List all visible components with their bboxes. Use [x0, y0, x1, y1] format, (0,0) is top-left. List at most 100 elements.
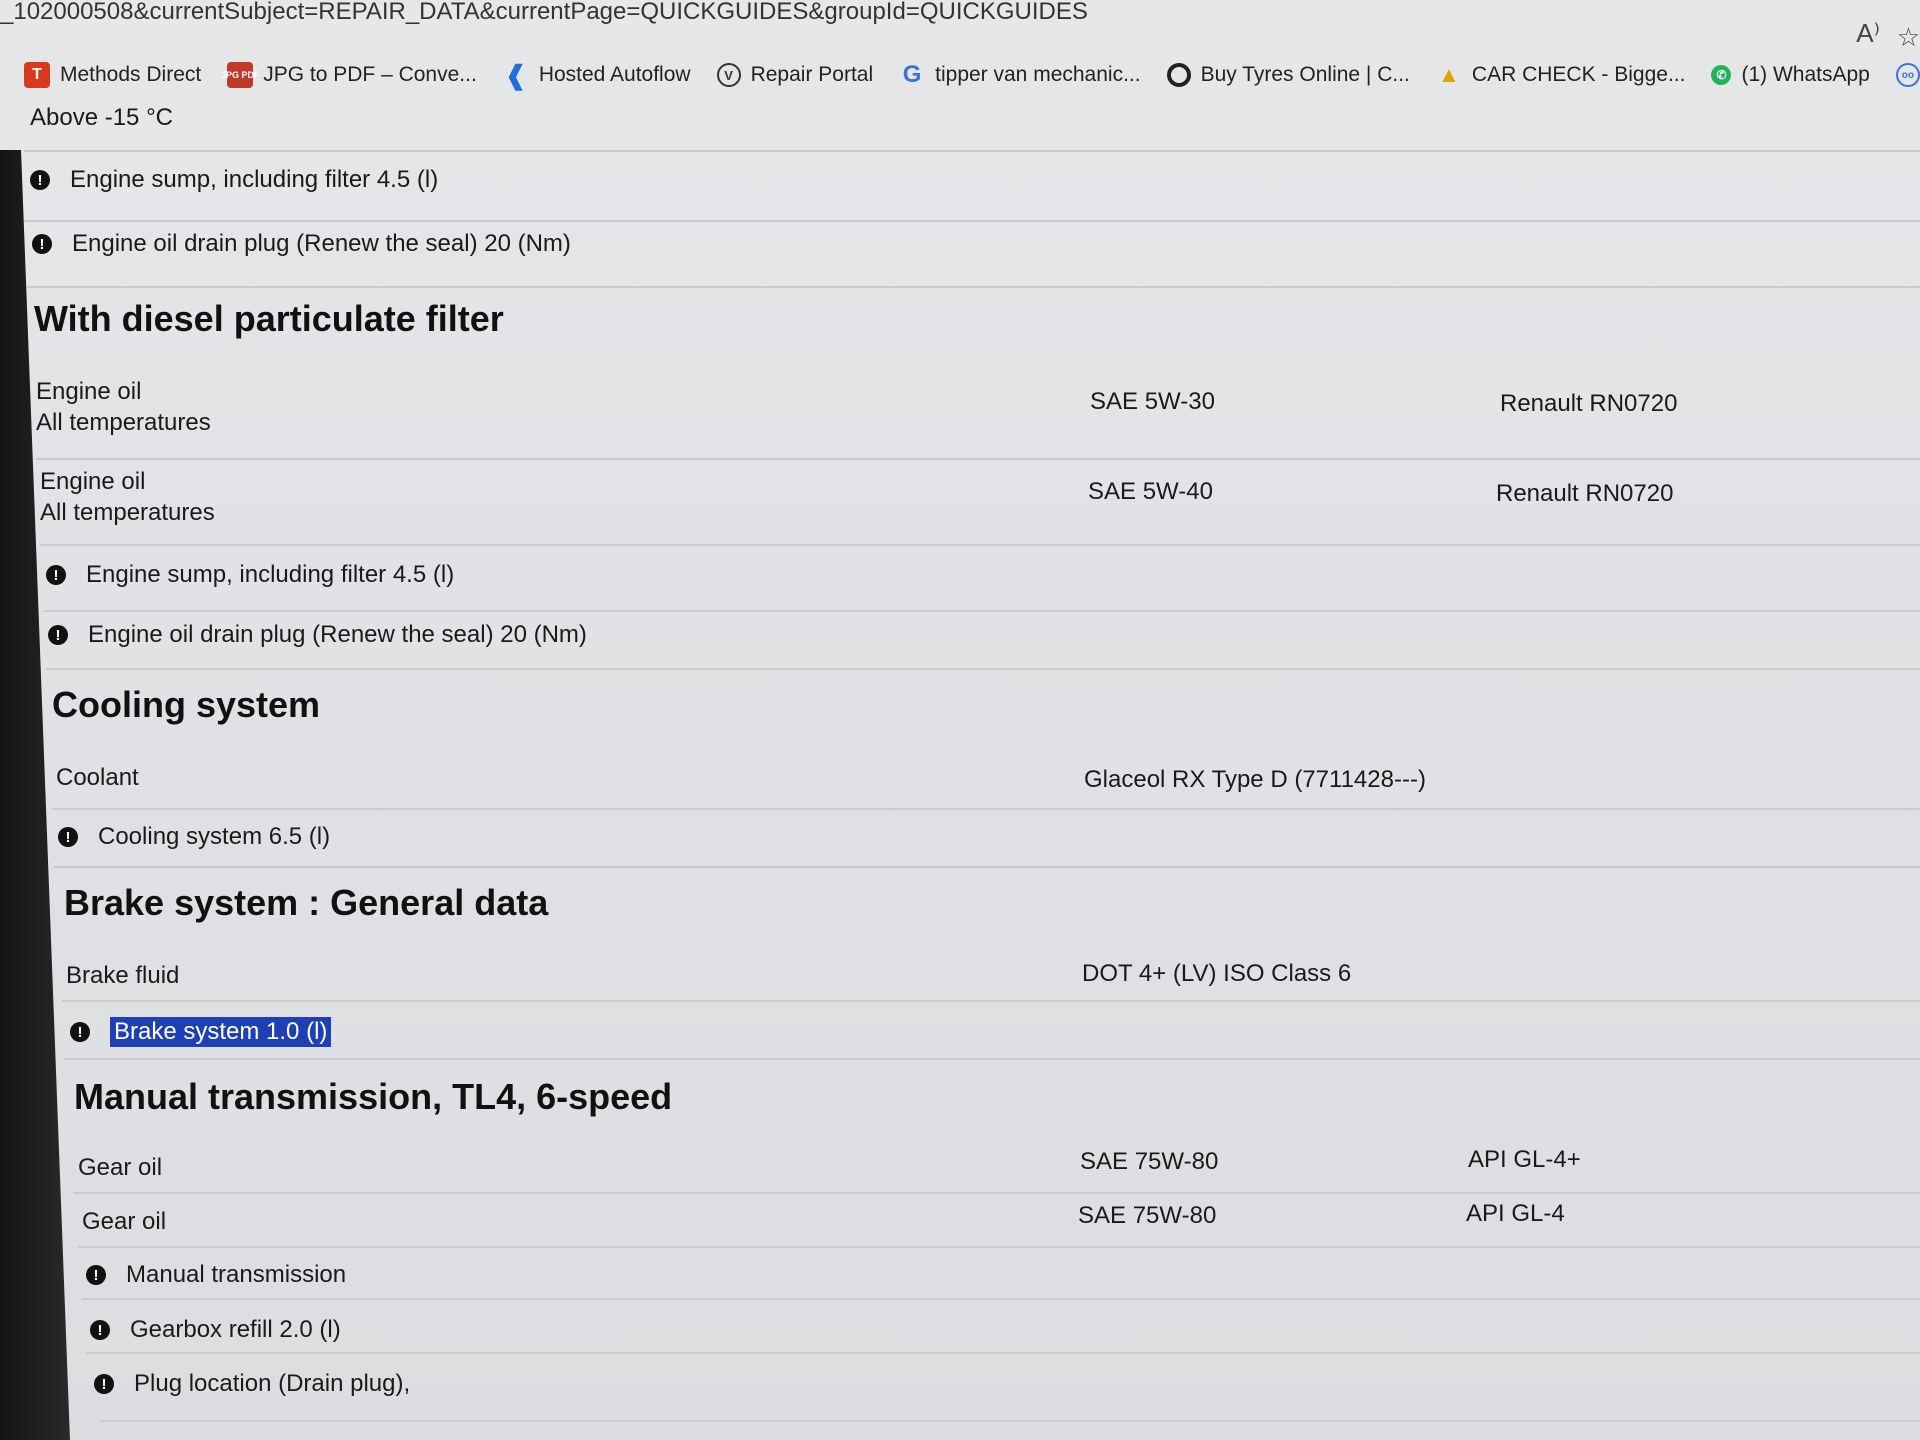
info-exclamation-icon: ! — [46, 565, 66, 585]
read-aloud-icon[interactable]: A⁾ — [1856, 18, 1880, 49]
whatsapp-icon: ✆ — [1711, 65, 1732, 85]
dpf-row-1-spec: SAE 5W-30 — [1090, 388, 1215, 415]
section-heading-cooling: Cooling system — [52, 684, 321, 725]
js-icon: oo — [1895, 63, 1920, 87]
info-exclamation-icon: ! — [86, 1265, 106, 1285]
bookmarks-bar: T Methods Direct JPG PDF JPG to PDF – Co… — [24, 50, 1920, 100]
gear-oil-2-spec: SAE 75W-80 — [1078, 1202, 1217, 1229]
divider — [52, 808, 1920, 810]
divider — [54, 866, 1920, 868]
note-text: Plug location (Drain plug), — [134, 1370, 411, 1397]
note-text: Cooling system 6.5 (l) — [98, 823, 331, 850]
info-exclamation-icon: ! — [48, 625, 68, 645]
divider — [82, 1298, 1920, 1300]
tyre-icon — [1166, 63, 1191, 87]
dpf-row-2-spec: SAE 5W-40 — [1088, 478, 1213, 505]
coolant-label: Coolant — [56, 764, 139, 791]
note-text: Engine oil drain plug (Renew the seal) 2… — [72, 230, 571, 257]
gear-oil-1-label: Gear oil — [78, 1154, 163, 1181]
gear-oil-2-label: Gear oil — [82, 1208, 167, 1235]
info-exclamation-icon: ! — [70, 1022, 90, 1042]
divider — [40, 544, 1920, 546]
note-cooling-capacity: ! Cooling system 6.5 (l) — [58, 823, 330, 851]
jpg-pdf-icon: JPG PDF — [221, 62, 259, 88]
note-text: Engine sump, including filter 4.5 (l) — [86, 561, 455, 588]
dpf-row-2-standard: Renault RN0720 — [1496, 480, 1674, 507]
bookmark-js[interactable]: oo JS — [1895, 63, 1920, 87]
bookmark-repair-portal[interactable]: V Repair Portal — [716, 63, 874, 87]
fluid-name: Engine oil — [36, 378, 142, 405]
divider — [24, 150, 1920, 152]
url-text: _102000508&currentSubject=REPAIR_DATA&cu… — [0, 0, 1088, 25]
bookmark-label: (1) WhatsApp — [1741, 63, 1870, 86]
note-engine-sump: ! Engine sump, including filter 4.5 (l) — [30, 166, 438, 194]
bookmark-label: Repair Portal — [750, 63, 874, 86]
note-dpf-drain-plug: ! Engine oil drain plug (Renew the seal)… — [48, 621, 587, 649]
divider — [62, 1000, 1920, 1002]
gear-oil-1-spec: SAE 75W-80 — [1080, 1148, 1219, 1175]
note-text: Manual transmission — [126, 1261, 347, 1288]
section-heading-dpf: With diesel particulate filter — [34, 298, 504, 339]
divider — [46, 668, 1920, 670]
car-check-icon: ▲ — [1438, 62, 1460, 87]
info-exclamation-icon: ! — [90, 1320, 110, 1340]
divider — [24, 286, 1920, 288]
bookmark-label: tipper van mechanic... — [935, 63, 1141, 86]
info-exclamation-icon: ! — [58, 827, 78, 847]
bookmark-jpg-to-pdf[interactable]: JPG PDF JPG to PDF – Conve... — [221, 62, 477, 88]
bookmark-label: Hosted Autoflow — [538, 63, 691, 86]
repair-portal-icon: V — [716, 63, 741, 87]
divider — [86, 1352, 1920, 1354]
dpf-row-2-label: Engine oil All temperatures — [40, 466, 215, 528]
note-manual-transmission: ! Manual transmission — [86, 1261, 346, 1289]
note-gearbox-refill: ! Gearbox refill 2.0 (l) — [90, 1316, 341, 1344]
brake-fluid-spec: DOT 4+ (LV) ISO Class 6 — [1082, 960, 1352, 987]
divider — [100, 1420, 1920, 1422]
autoflow-icon: ❰ — [504, 59, 527, 90]
note-text: Engine oil drain plug (Renew the seal) 2… — [88, 621, 587, 648]
favorite-star-icon[interactable]: ☆ — [1897, 22, 1920, 53]
note-plug-location: ! Plug location (Drain plug), — [94, 1370, 410, 1398]
section-heading-brake: Brake system : General data — [64, 882, 549, 923]
info-exclamation-icon: ! — [32, 234, 52, 254]
gear-oil-1-standard: API GL-4+ — [1468, 1146, 1581, 1173]
dpf-row-1-label: Engine oil All temperatures — [36, 376, 211, 438]
note-text: Gearbox refill 2.0 (l) — [130, 1316, 341, 1343]
brake-fluid-label: Brake fluid — [66, 962, 180, 989]
fluid-condition: All temperatures — [36, 409, 211, 436]
fluid-condition: All temperatures — [40, 499, 215, 526]
google-icon: G — [902, 61, 922, 88]
bookmark-tipper-van[interactable]: G tipper van mechanic... — [899, 61, 1141, 88]
bookmark-car-check[interactable]: ▲ CAR CHECK - Bigge... — [1436, 62, 1686, 88]
note-text: Engine sump, including filter 4.5 (l) — [70, 166, 439, 193]
dpf-row-1-standard: Renault RN0720 — [1500, 390, 1678, 417]
divider — [78, 1246, 1920, 1248]
bookmark-methods-direct[interactable]: T Methods Direct — [24, 62, 201, 88]
bookmark-label: Methods Direct — [60, 63, 202, 86]
selected-text[interactable]: Brake system 1.0 (l) — [110, 1017, 332, 1047]
bookmark-label: Buy Tyres Online | C... — [1200, 63, 1410, 86]
coolant-spec: Glaceol RX Type D (7711428---) — [1084, 766, 1426, 793]
methods-direct-icon: T — [24, 62, 50, 88]
bookmark-buy-tyres[interactable]: Buy Tyres Online | C... — [1166, 63, 1410, 87]
info-exclamation-icon: ! — [30, 170, 50, 190]
fluid-name: Engine oil — [40, 468, 146, 495]
bookmark-label: CAR CHECK - Bigge... — [1471, 63, 1686, 86]
divider — [44, 610, 1920, 612]
divider — [64, 1058, 1920, 1060]
note-drain-plug: ! Engine oil drain plug (Renew the seal)… — [32, 230, 571, 258]
note-dpf-engine-sump: ! Engine sump, including filter 4.5 (l) — [46, 561, 454, 589]
info-exclamation-icon: ! — [94, 1374, 114, 1394]
section-heading-transmission: Manual transmission, TL4, 6-speed — [74, 1076, 673, 1117]
bookmark-label: JPG to PDF – Conve... — [263, 63, 477, 86]
temperature-condition: Above -15 °C — [30, 104, 174, 131]
bookmark-whatsapp[interactable]: ✆ (1) WhatsApp — [1711, 63, 1870, 87]
divider — [36, 458, 1920, 460]
bookmark-hosted-autoflow[interactable]: ❰ Hosted Autoflow — [503, 59, 691, 90]
divider — [24, 220, 1920, 222]
divider — [74, 1192, 1920, 1194]
gear-oil-2-standard: API GL-4 — [1466, 1200, 1565, 1227]
address-bar[interactable]: _102000508&currentSubject=REPAIR_DATA&cu… — [0, 0, 1920, 28]
screen: _102000508&currentSubject=REPAIR_DATA&cu… — [0, 0, 1920, 1440]
note-brake-capacity: ! Brake system 1.0 (l) — [70, 1017, 332, 1047]
